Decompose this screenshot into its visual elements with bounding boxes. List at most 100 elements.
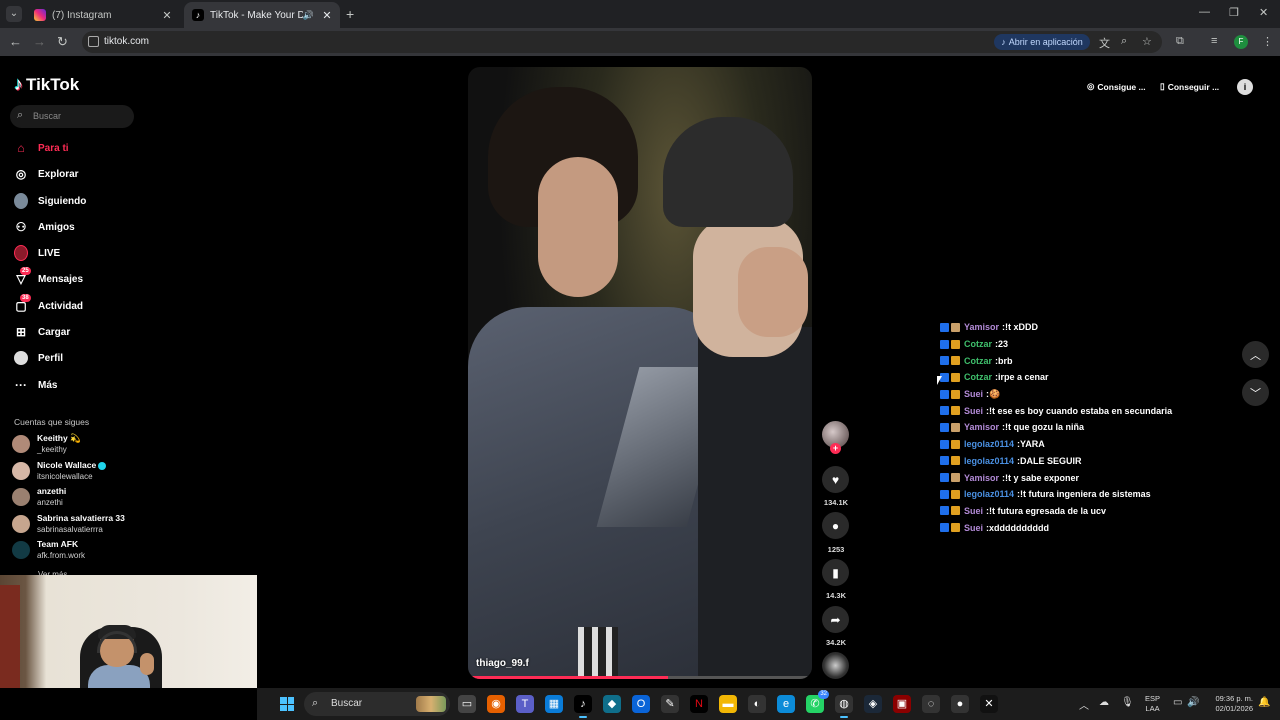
next-video-button[interactable]: ﹀ [1242,379,1269,406]
nav-label: LIVE [38,247,61,259]
nav-mas[interactable]: ··· Más [14,376,57,394]
language-indicator[interactable]: ESP LAA [1145,694,1160,714]
site-info-icon[interactable] [88,36,99,47]
video-author[interactable]: thiago_99.f [476,658,529,669]
outlook-icon[interactable]: O [632,695,650,713]
teams-icon[interactable]: T [516,695,534,713]
forward-icon[interactable]: → [33,34,46,50]
role-badge-icon [951,473,960,483]
nav-cargar[interactable]: ⊞ Cargar [14,323,70,341]
back-icon[interactable]: ← [9,34,22,50]
following-account[interactable]: anzethi anzethi [12,484,66,510]
media-control-icon[interactable]: ≡ [1211,35,1217,47]
tray-expand-icon[interactable]: ︿ [1079,697,1089,712]
tiktok-app-icon[interactable]: ♪ [574,695,592,718]
get-app-button[interactable]: ▯ Conseguir ... [1160,76,1219,97]
notifications-icon[interactable]: 🔔 [1258,697,1270,708]
nav-para-ti[interactable]: ⌂ Para ti [14,139,68,157]
chat-text: brb [998,355,1013,366]
menu-icon[interactable]: ⋮ [1262,35,1273,48]
nav-live[interactable]: LIVE [14,244,60,262]
open-in-app-button[interactable]: ♪ Abrir en aplicación [994,34,1090,50]
nav-explorar[interactable]: ◎ Explorar [14,165,79,183]
taskbar-search[interactable]: ⌕ Buscar [304,692,450,716]
role-badge-icon [951,389,960,399]
capture-icon[interactable]: ✎ [661,695,679,713]
file-explorer-icon[interactable]: ▬ [719,695,737,713]
chat-text: !t que gozu la niña [1005,422,1085,433]
following-avatar-icon [14,193,28,209]
activity-icon: ▢ 38 [15,294,31,313]
nav-label: Explorar [38,168,79,180]
steam-icon[interactable]: ◈ [864,695,882,713]
comment-button[interactable]: ● [822,512,849,539]
tiktok-logo[interactable]: ♪ TikTok [14,74,79,95]
following-account[interactable]: Keeithy 💫 _keeithy [12,431,81,457]
capcut-icon[interactable]: ✕ [980,695,998,713]
chat-message: Suei: 🍪 [940,386,1240,403]
chat-text: xdddddddddd [989,522,1049,533]
firefox-icon[interactable]: ◉ [487,695,505,713]
chat-text: 23 [998,339,1009,350]
taskbar-search-label: Buscar [331,698,363,709]
follow-plus-icon[interactable]: + [830,443,841,454]
network-icon[interactable]: ▭ [1173,697,1182,708]
previous-video-button[interactable]: ︿ [1242,341,1269,368]
restore-icon[interactable]: ❐ [1229,6,1239,19]
like-button[interactable]: ♥ [822,466,849,493]
maps-icon[interactable]: ◆ [603,695,621,713]
extensions-icon[interactable]: ⧉ [1176,35,1184,48]
get-coins-button[interactable]: ◎ Consigue ... [1087,76,1146,97]
close-tab-icon[interactable]: ✕ [320,9,334,22]
edge-icon[interactable]: e [777,695,795,713]
music-disc-icon[interactable] [822,652,849,679]
bookmark-star-icon[interactable]: ☆ [1142,35,1152,48]
video-progress-bar[interactable] [468,676,812,679]
netflix-icon[interactable]: N [690,695,708,713]
microphone-icon[interactable]: 🎙 [1121,697,1134,708]
task-view-icon[interactable]: ▭ [458,695,476,713]
nav-amigos[interactable]: ⚇ Amigos [14,218,75,236]
video-player[interactable]: thiago_99.f [468,67,812,679]
chat-text: !t y sabe exponer [1005,472,1080,483]
search-input[interactable]: ⌕ Buscar [10,105,134,128]
volume-icon[interactable]: 🔊 [1187,697,1199,708]
minimize-icon[interactable]: — [1199,6,1210,18]
zoom-icon[interactable]: ⌕ [1121,35,1127,48]
system-clock[interactable]: 09:36 p. m. 02/01/2026 [1201,694,1253,714]
info-icon[interactable]: i [1237,79,1253,95]
chat-text: !t ese es boy cuando estaba en secundari… [989,405,1173,416]
following-account[interactable]: Sabrina salvatierra 33 sabrinasalvatierr… [12,511,125,537]
game-icon[interactable]: ▣ [893,695,911,713]
nav-actividad[interactable]: ▢ 38 Actividad [14,294,83,315]
store-icon[interactable]: ▦ [545,695,563,713]
nav-siguiendo[interactable]: Siguiendo [14,192,86,210]
tab-tiktok[interactable]: ♪ TikTok - Make Your Day 🔊 ✕ [184,2,340,28]
chat-text: !t futura egresada de la ucv [989,505,1107,516]
reload-icon[interactable]: ↻ [57,34,68,50]
close-window-icon[interactable]: ✕ [1259,6,1268,19]
profile-avatar[interactable]: F [1234,35,1248,49]
following-account[interactable]: Nicole Wallace itsnicolewallace [12,458,107,484]
nav-perfil[interactable]: Perfil [14,349,63,367]
recorder-icon[interactable]: ● [951,695,969,713]
following-account[interactable]: Team AFK afk.from.work [12,537,85,563]
tab-instagram[interactable]: (7) Instagram ✕ [26,2,180,28]
translate-icon[interactable]: 文 [1099,35,1110,51]
cloud-icon[interactable]: ☁ [1099,697,1109,708]
chrome-icon[interactable]: ◍ [835,695,853,718]
new-tab-button[interactable]: + [346,6,354,22]
obs-icon[interactable]: ◐ [748,695,766,713]
close-tab-icon[interactable]: ✕ [160,9,174,22]
windows-start-icon[interactable] [280,697,294,711]
verified-icon [98,461,107,470]
whatsapp-icon[interactable]: ✆ 32 [806,690,829,713]
nav-mensajes[interactable]: ▽ 25 Mensajes [14,267,83,288]
tab-search-button[interactable]: ⌄ [6,6,22,22]
speaker-icon[interactable]: 🔊 [303,10,314,21]
share-button[interactable]: ➦ [822,606,849,633]
save-button[interactable]: ▮ [822,559,849,586]
app-icon[interactable]: ◌ [922,695,940,713]
account-username: afk.from.work [37,551,86,560]
browser-tab-bar: ⌄ (7) Instagram ✕ ♪ TikTok - Make Your D… [0,0,1280,28]
